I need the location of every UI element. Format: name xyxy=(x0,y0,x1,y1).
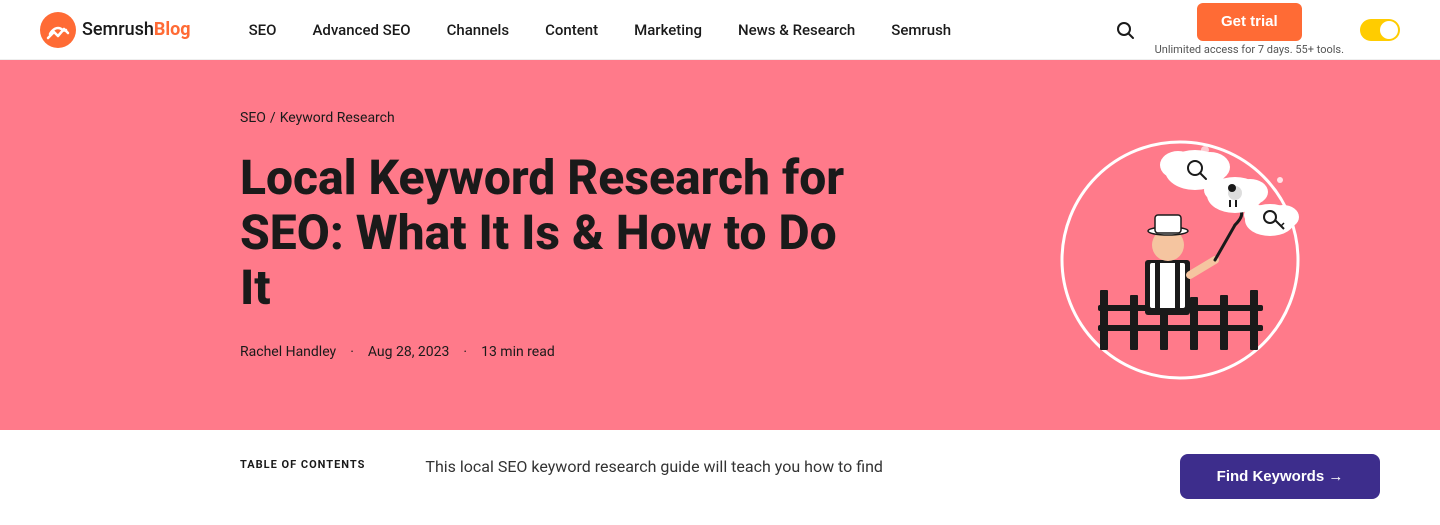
toggle-switch[interactable] xyxy=(1360,19,1400,41)
toggle-knob xyxy=(1380,21,1398,39)
nav-item-advanced-seo[interactable]: Advanced SEO xyxy=(294,0,428,60)
logo-text: SemrushBlog xyxy=(82,19,191,40)
nav-item-news-research[interactable]: News & Research xyxy=(720,0,873,60)
breadcrumb-current: Keyword Research xyxy=(280,110,395,126)
logo-link[interactable]: SemrushBlog xyxy=(40,12,191,48)
article-meta: Rachel Handley · Aug 28, 2023 · 13 min r… xyxy=(240,344,860,360)
hero-svg xyxy=(1040,105,1320,385)
bottom-strip: TABLE OF CONTENTS This local SEO keyword… xyxy=(0,430,1440,523)
toc-label: TABLE OF CONTENTS xyxy=(240,454,365,471)
meta-separator-2: · xyxy=(463,344,467,360)
nav-item-channels[interactable]: Channels xyxy=(429,0,528,60)
nav-item-semrush[interactable]: Semrush xyxy=(873,0,969,60)
article-date: Aug 28, 2023 xyxy=(368,344,450,360)
article-read-time: 13 min read xyxy=(481,344,555,360)
search-icon xyxy=(1115,20,1135,40)
article-author: Rachel Handley xyxy=(240,344,336,360)
intro-text: This local SEO keyword research guide wi… xyxy=(425,454,883,480)
breadcrumb-seo-link[interactable]: SEO xyxy=(240,110,266,126)
breadcrumb-separator: / xyxy=(270,110,276,126)
breadcrumb: SEO / Keyword Research xyxy=(240,110,860,126)
hero-section: SEO / Keyword Research Local Keyword Res… xyxy=(0,60,1440,430)
meta-separator-1: · xyxy=(350,344,354,360)
hero-content: SEO / Keyword Research Local Keyword Res… xyxy=(240,110,860,360)
article-title: Local Keyword Research for SEO: What It … xyxy=(240,150,860,316)
get-trial-button[interactable]: Get trial xyxy=(1197,3,1302,41)
semrush-logo-icon xyxy=(40,12,76,48)
trial-subtitle: Unlimited access for 7 days. 55+ tools. xyxy=(1155,43,1344,56)
nav-item-marketing[interactable]: Marketing xyxy=(616,0,720,60)
hero-illustration xyxy=(1040,105,1320,385)
navbar: SemrushBlog SEO Advanced SEO Channels Co… xyxy=(0,0,1440,60)
nav-right: Get trial Unlimited access for 7 days. 5… xyxy=(1111,3,1400,56)
find-keywords-button[interactable]: Find Keywords → xyxy=(1180,454,1380,499)
trial-wrapper: Get trial Unlimited access for 7 days. 5… xyxy=(1155,3,1344,56)
nav-item-seo[interactable]: SEO xyxy=(231,0,295,60)
nav-item-content[interactable]: Content xyxy=(527,0,616,60)
search-button[interactable] xyxy=(1111,16,1139,44)
nav-links: SEO Advanced SEO Channels Content Market… xyxy=(231,0,1111,60)
